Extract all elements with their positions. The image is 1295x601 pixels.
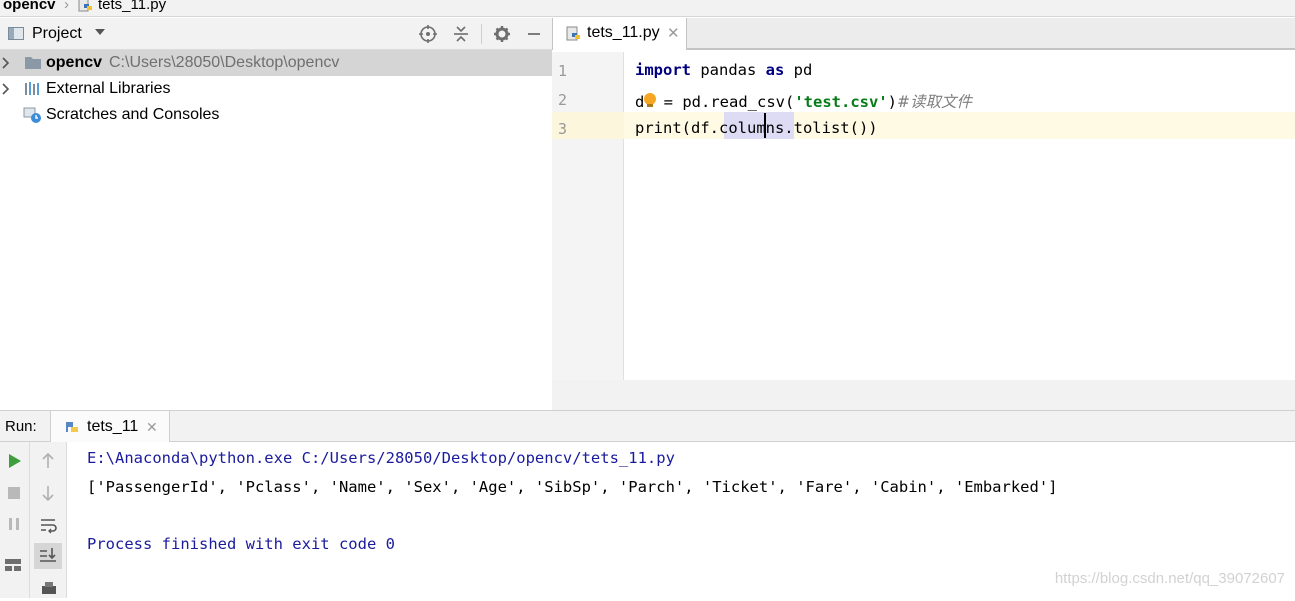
run-panel-header: Run: tets_11 ✕ bbox=[0, 410, 1295, 442]
tab-tets-11-py[interactable]: tets_11.py ✕ bbox=[553, 18, 687, 50]
header-divider bbox=[481, 24, 482, 44]
arrow-down-icon[interactable] bbox=[40, 484, 56, 507]
project-view-selector[interactable]: Project bbox=[32, 25, 82, 43]
line-number-gutter: 1 2 3 bbox=[552, 52, 624, 380]
watermark: https://blog.csdn.net/qq_39072607 bbox=[1054, 570, 1285, 587]
code-line-1: import pandas as pd bbox=[635, 61, 812, 79]
run-label: Run: bbox=[5, 418, 37, 435]
line-number: 1 bbox=[558, 62, 568, 80]
breadcrumb-separator: › bbox=[64, 0, 69, 13]
tree-item-label: External Libraries bbox=[46, 80, 171, 97]
run-play-icon[interactable] bbox=[7, 453, 23, 474]
project-window-icon bbox=[8, 27, 24, 40]
line-number: 3 bbox=[558, 120, 568, 138]
code-line-2: d = pd.read_csv('test.csv')#读取文件 bbox=[635, 90, 972, 112]
code-text: pd bbox=[784, 61, 813, 79]
code-text: = pd.read_csv( bbox=[654, 93, 795, 111]
minimize-icon[interactable] bbox=[523, 23, 545, 45]
code-text: d bbox=[635, 93, 645, 111]
chevron-down-icon[interactable] bbox=[95, 29, 105, 35]
python-file-icon bbox=[78, 0, 94, 16]
stop-icon[interactable] bbox=[7, 486, 21, 505]
arrow-up-icon[interactable] bbox=[40, 452, 56, 475]
chevron-right-icon[interactable] bbox=[0, 82, 14, 96]
chevron-right-icon[interactable] bbox=[0, 56, 14, 70]
code-line-3: print(df.columns.tolist()) bbox=[635, 119, 878, 137]
tree-item-label: Scratches and Consoles bbox=[46, 106, 220, 123]
console-output-line: ['PassengerId', 'Pclass', 'Name', 'Sex',… bbox=[87, 478, 1058, 496]
close-icon[interactable]: ✕ bbox=[667, 24, 680, 42]
breadcrumb-file[interactable]: tets_11.py bbox=[98, 0, 166, 13]
project-tree: opencv C:\Users\28050\Desktop\opencv Ext… bbox=[0, 50, 552, 410]
code-editor[interactable]: import pandas as pd d = pd.read_csv('tes… bbox=[624, 52, 1295, 380]
close-icon[interactable]: ✕ bbox=[146, 419, 158, 436]
folder-icon bbox=[24, 55, 42, 75]
python-file-icon bbox=[566, 26, 582, 47]
locate-target-icon[interactable] bbox=[417, 23, 439, 45]
breadcrumb-project[interactable]: opencv bbox=[3, 0, 56, 13]
layout-icon[interactable] bbox=[4, 558, 22, 577]
tree-item-path: C:\Users\28050\Desktop\opencv bbox=[109, 54, 340, 71]
code-text: ) bbox=[887, 93, 897, 111]
console-exit-line: Process finished with exit code 0 bbox=[87, 535, 395, 553]
line-number: 2 bbox=[558, 91, 568, 109]
text-caret bbox=[764, 113, 766, 138]
editor-bottom-area bbox=[552, 380, 1295, 410]
tree-item-label: opencv bbox=[46, 54, 103, 71]
code-comment: #读取文件 bbox=[897, 93, 972, 111]
run-toolbar-secondary bbox=[30, 442, 67, 598]
tree-item-opencv[interactable]: opencv C:\Users\28050\Desktop\opencv bbox=[0, 50, 552, 76]
library-icon bbox=[24, 81, 42, 101]
breadcrumb: opencv › tets_11.py bbox=[0, 0, 1295, 17]
lightbulb-icon[interactable] bbox=[644, 93, 656, 107]
gear-icon[interactable] bbox=[491, 23, 513, 45]
run-console[interactable]: E:\Anaconda\python.exe C:/Users/28050/De… bbox=[67, 442, 1295, 598]
keyword-import: import bbox=[635, 61, 691, 79]
tree-item-external-libraries[interactable]: External Libraries bbox=[0, 76, 552, 102]
editor-tab-bar: tets_11.py ✕ bbox=[552, 18, 1295, 50]
keyword-as: as bbox=[765, 61, 785, 79]
string-literal: 'test.csv' bbox=[794, 93, 888, 111]
console-command-line: E:\Anaconda\python.exe C:/Users/28050/De… bbox=[87, 449, 675, 467]
pause-icon[interactable] bbox=[7, 517, 21, 536]
run-tab-tets-11[interactable]: tets_11 ✕ bbox=[50, 411, 170, 442]
run-toolbar-primary bbox=[0, 442, 30, 598]
code-text: pandas bbox=[691, 61, 766, 79]
python-icon bbox=[63, 418, 81, 441]
run-tab-label: tets_11 bbox=[87, 418, 139, 435]
soft-wrap-icon[interactable] bbox=[39, 516, 57, 539]
scratches-icon bbox=[23, 107, 43, 129]
project-panel-header: Project bbox=[0, 18, 552, 50]
tab-label: tets_11.py bbox=[587, 24, 660, 41]
tree-item-scratches[interactable]: Scratches and Consoles bbox=[0, 102, 552, 128]
scroll-to-end-icon[interactable] bbox=[34, 543, 62, 569]
collapse-all-icon[interactable] bbox=[450, 23, 472, 45]
